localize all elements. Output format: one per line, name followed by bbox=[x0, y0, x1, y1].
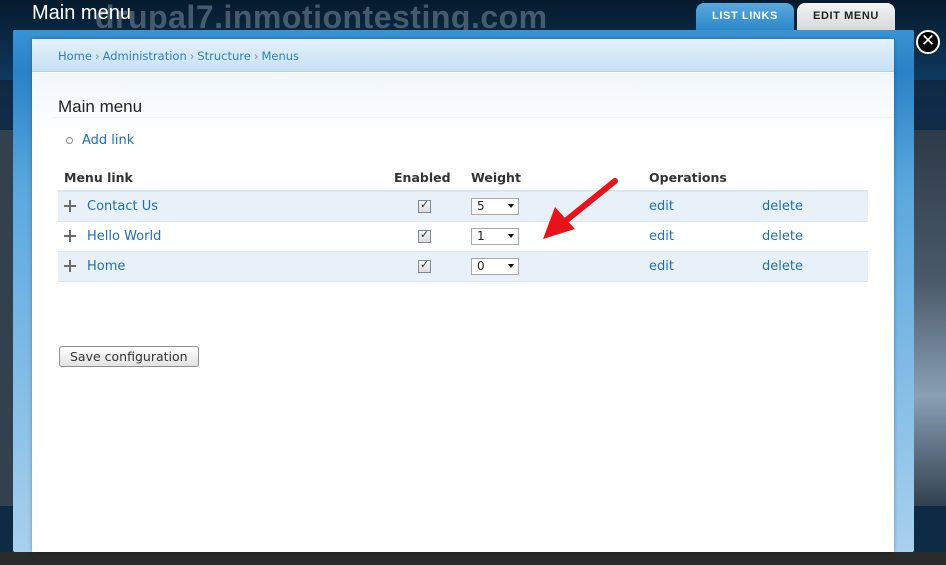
enabled-cell bbox=[388, 221, 465, 252]
drag-handle-icon[interactable] bbox=[64, 230, 76, 242]
overlay-tabs: LIST LINKS EDIT MENU bbox=[696, 3, 895, 30]
weight-cell: 0 bbox=[465, 251, 643, 282]
overlay-title: Main menu bbox=[32, 2, 131, 24]
breadcrumb-separator: › bbox=[253, 49, 259, 63]
column-header-menu-link: Menu link bbox=[58, 165, 388, 192]
delete-cell: delete bbox=[756, 221, 868, 252]
background-site-name: drupal7.inmotiontesting.com bbox=[95, 0, 548, 35]
tab-list-links[interactable]: LIST LINKS bbox=[696, 3, 794, 30]
menu-link-cell: Contact Us bbox=[58, 191, 388, 222]
breadcrumb-home[interactable]: Home bbox=[58, 49, 92, 63]
menu-links-table: Menu link Enabled Weight Operations Cont… bbox=[58, 165, 868, 282]
breadcrumb-structure[interactable]: Structure bbox=[197, 49, 251, 63]
page-title: Main menu bbox=[58, 97, 143, 116]
table-row: Home 0 edit delete bbox=[58, 251, 868, 282]
weight-value: 5 bbox=[477, 199, 485, 214]
edit-cell: edit bbox=[643, 191, 756, 222]
table-row: Contact Us 5 edit delete bbox=[58, 191, 868, 222]
edit-link[interactable]: edit bbox=[649, 199, 674, 214]
chevron-down-icon bbox=[508, 234, 514, 238]
tab-edit-menu[interactable]: EDIT MENU bbox=[797, 3, 895, 30]
menu-link-title[interactable]: Contact Us bbox=[87, 199, 158, 214]
enabled-cell bbox=[388, 191, 465, 222]
delete-cell: delete bbox=[756, 251, 868, 282]
table-row: Hello World 1 edit delete bbox=[58, 221, 868, 252]
close-icon[interactable]: ✕ bbox=[916, 30, 940, 54]
breadcrumb-separator: › bbox=[94, 49, 100, 63]
bullet-icon bbox=[66, 137, 73, 144]
menu-link-title[interactable]: Home bbox=[87, 259, 125, 274]
background-right-image bbox=[914, 130, 946, 510]
breadcrumb: Home › Administration › Structure › Menus bbox=[58, 49, 299, 63]
chevron-down-icon bbox=[508, 264, 514, 268]
weight-value: 0 bbox=[477, 259, 485, 273]
menu-link-title[interactable]: Hello World bbox=[87, 229, 161, 244]
menu-link-cell: Hello World bbox=[58, 221, 388, 252]
weight-select[interactable]: 0 bbox=[471, 257, 519, 275]
chevron-down-icon bbox=[508, 204, 514, 209]
edit-cell: edit bbox=[643, 221, 756, 252]
drag-handle-icon[interactable] bbox=[64, 200, 76, 213]
delete-link[interactable]: delete bbox=[762, 229, 803, 244]
add-link-row: Add link bbox=[66, 133, 134, 148]
arrow-shaft bbox=[560, 178, 618, 226]
enabled-cell bbox=[388, 251, 465, 282]
edit-cell: edit bbox=[643, 251, 756, 282]
background-left-strip bbox=[0, 130, 14, 510]
drag-handle-icon[interactable] bbox=[64, 260, 76, 272]
column-header-blank bbox=[756, 165, 868, 192]
edit-link[interactable]: edit bbox=[649, 229, 674, 244]
enabled-checkbox[interactable] bbox=[418, 258, 431, 273]
background-footer-dark bbox=[0, 552, 946, 565]
weight-select[interactable]: 1 bbox=[471, 227, 519, 245]
edit-link[interactable]: edit bbox=[649, 259, 674, 274]
column-header-operations: Operations bbox=[643, 165, 756, 192]
table-header-row: Menu link Enabled Weight Operations bbox=[58, 165, 868, 192]
column-header-enabled: Enabled bbox=[388, 165, 465, 192]
add-link[interactable]: Add link bbox=[82, 133, 134, 148]
enabled-checkbox[interactable] bbox=[418, 198, 431, 213]
breadcrumb-administration[interactable]: Administration bbox=[103, 49, 187, 63]
delete-link[interactable]: delete bbox=[762, 199, 803, 214]
breadcrumb-separator: › bbox=[189, 49, 195, 63]
overlay-modal: Home › Administration › Structure › Menus Main… bbox=[13, 30, 914, 552]
annotation-arrow-icon bbox=[543, 178, 618, 239]
save-configuration-button[interactable]: Save configuration bbox=[59, 346, 199, 367]
breadcrumb-menus[interactable]: Menus bbox=[261, 49, 299, 63]
enabled-checkbox[interactable] bbox=[418, 228, 431, 243]
menu-link-cell: Home bbox=[58, 251, 388, 282]
arrow-head bbox=[543, 207, 575, 239]
content-panel: Main menu Add link Menu link Enabled Wei… bbox=[32, 73, 894, 552]
overlay-content: Home › Administration › Structure › Menus Main… bbox=[32, 39, 894, 552]
weight-select[interactable]: 5 bbox=[471, 197, 519, 215]
breadcrumb-bar: Home › Administration › Structure › Menus bbox=[32, 39, 894, 72]
title-divider bbox=[52, 117, 894, 118]
delete-cell: delete bbox=[756, 191, 868, 222]
weight-value: 1 bbox=[477, 229, 485, 243]
delete-link[interactable]: delete bbox=[762, 259, 803, 274]
